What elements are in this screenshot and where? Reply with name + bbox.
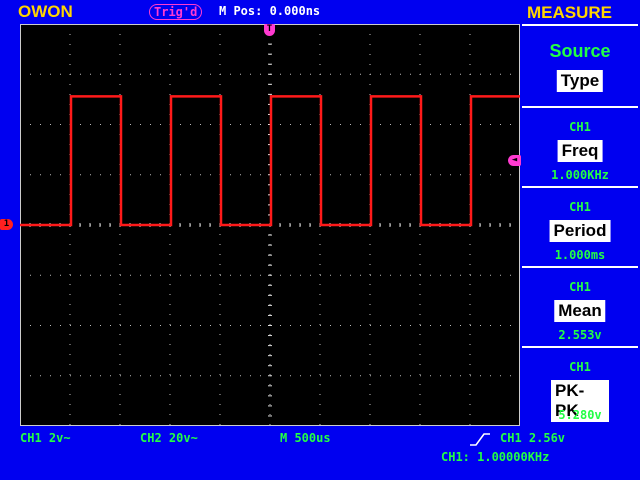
trigger-level-readout: CH1 2.56v bbox=[500, 431, 566, 445]
source-title: Source bbox=[549, 41, 611, 61]
trigger-position-marker[interactable]: T bbox=[264, 24, 275, 36]
horizontal-position-readout: M Pos: 0.000ns bbox=[219, 4, 321, 18]
ch1-trace bbox=[20, 95, 520, 227]
brand-logo: OWON bbox=[18, 2, 73, 21]
frequency-counter-readout: CH1: 1.00000KHz bbox=[441, 450, 550, 464]
timebase-readout: M 500us bbox=[280, 431, 331, 445]
measure-menu: Source Type CH1 Freq 1.000KHz CH1 Period… bbox=[522, 24, 640, 428]
ch2-scale-readout: CH2 20v~ bbox=[140, 431, 198, 445]
measure-item-freq[interactable]: CH1 Freq 1.000KHz bbox=[522, 106, 638, 188]
trigger-status-badge: Trig'd bbox=[149, 4, 203, 20]
measure-channel: CH1 bbox=[569, 280, 591, 294]
measure-value: 5.280v bbox=[558, 408, 602, 422]
measure-item-period[interactable]: CH1 Period 1.000ms bbox=[522, 186, 638, 268]
scope-grid bbox=[20, 24, 520, 426]
trigger-level-marker[interactable]: ◄ bbox=[508, 155, 521, 166]
ch1-ground-marker[interactable]: 1 bbox=[0, 219, 13, 230]
top-bar: OWON Trig'd M Pos: 0.000ns MEASURE bbox=[0, 0, 640, 24]
source-type-menu-item[interactable]: Source Type bbox=[522, 24, 638, 106]
type-label: Type bbox=[556, 70, 604, 92]
measure-item-pkpk[interactable]: CH1 PK-PK 5.280v bbox=[522, 346, 638, 428]
measure-channel: CH1 bbox=[569, 360, 591, 374]
measure-value: 2.553v bbox=[558, 328, 602, 342]
measure-channel: CH1 bbox=[569, 120, 591, 134]
measure-label: Freq bbox=[557, 140, 603, 162]
rising-edge-icon bbox=[470, 433, 490, 446]
measure-value: 1.000ms bbox=[554, 248, 606, 262]
measure-item-mean[interactable]: CH1 Mean 2.553v bbox=[522, 266, 638, 348]
waveform-display[interactable] bbox=[20, 24, 520, 426]
menu-title: MEASURE bbox=[527, 3, 613, 22]
measure-value: 1.000KHz bbox=[551, 168, 609, 182]
measure-label: Period bbox=[549, 220, 611, 242]
ch1-scale-readout: CH1 2v~ bbox=[20, 431, 71, 445]
measure-label: Mean bbox=[554, 300, 606, 322]
measure-channel: CH1 bbox=[569, 200, 591, 214]
